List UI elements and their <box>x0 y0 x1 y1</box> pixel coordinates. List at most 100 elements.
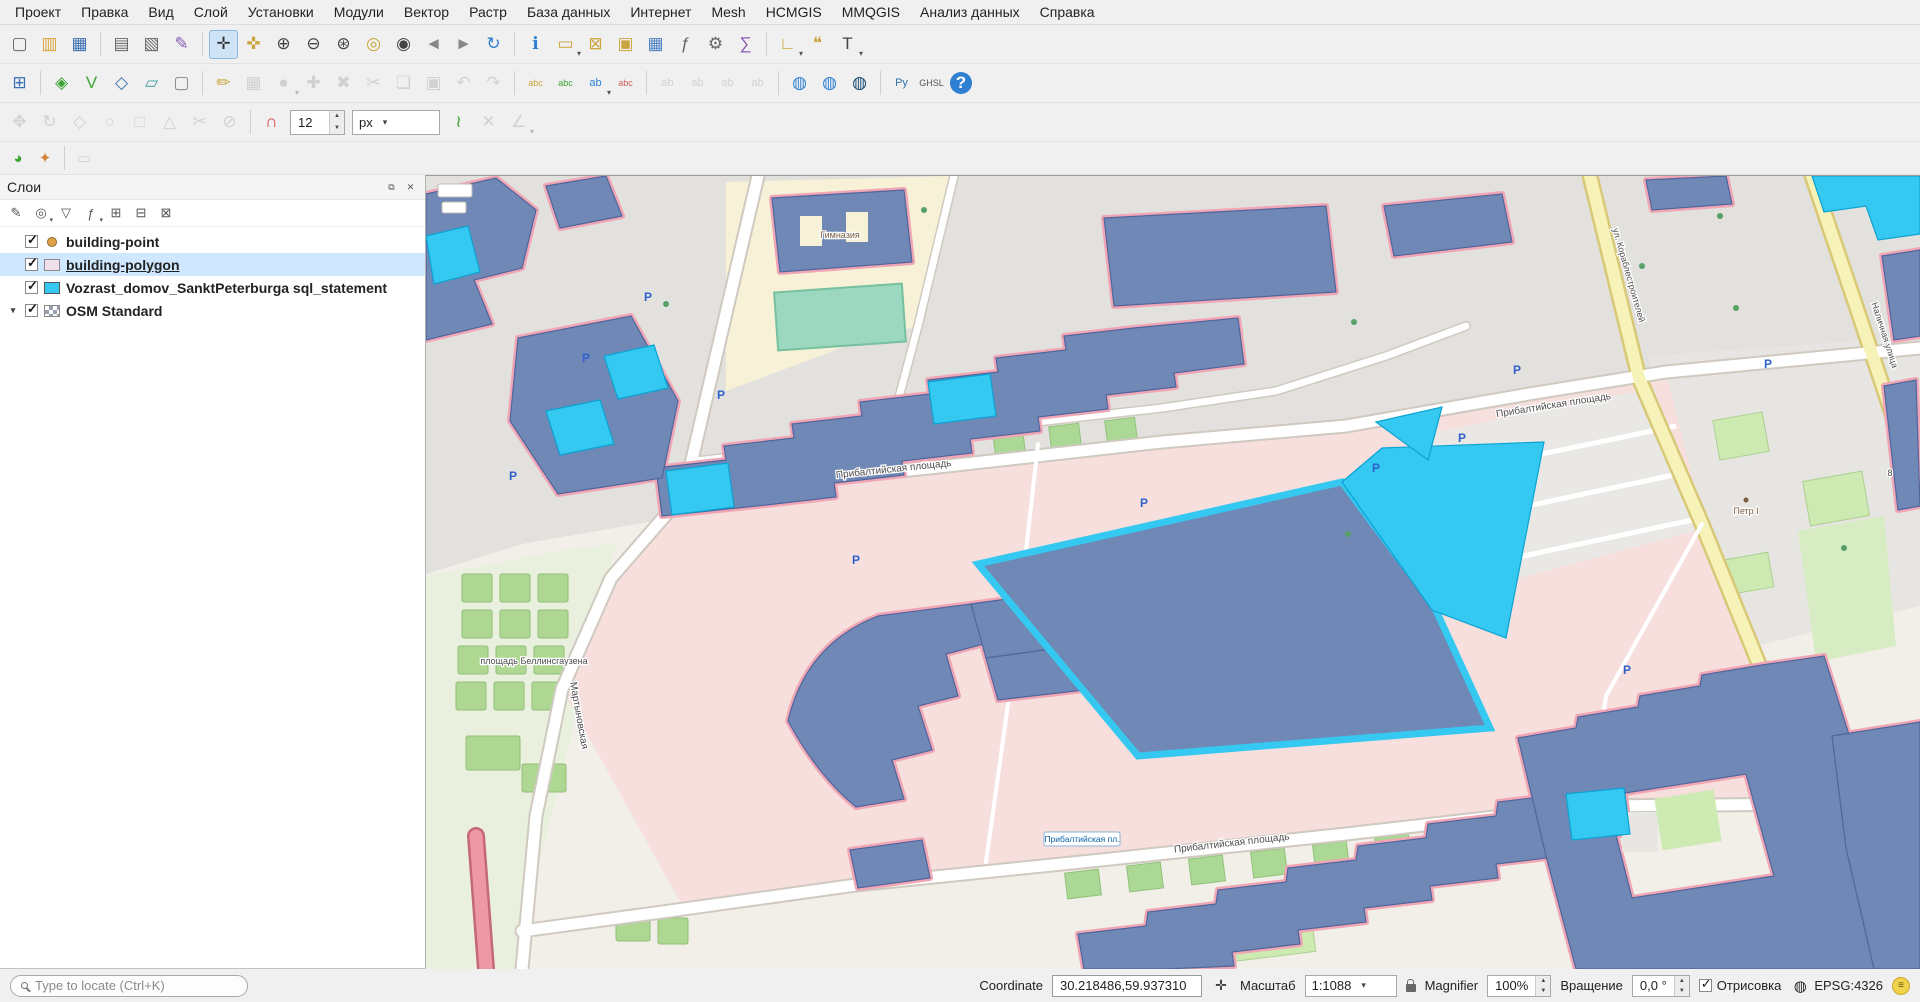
new-virtual-layer-icon[interactable]: ◇ <box>107 69 136 98</box>
zoom-out-icon[interactable]: ⊖ <box>299 30 328 59</box>
undo-icon[interactable]: ↶ <box>449 69 478 98</box>
expand-all-icon[interactable]: ⊞ <box>105 202 127 224</box>
plugin-search-icon[interactable]: ◕ <box>5 145 31 171</box>
save-edits-icon[interactable]: ▦ <box>239 69 268 98</box>
layer-diagram-icon[interactable]: abc <box>551 69 580 98</box>
zoom-next-icon[interactable]: ► <box>449 30 478 59</box>
menu-item[interactable]: Установки <box>239 2 323 22</box>
menu-item[interactable]: Модули <box>325 2 393 22</box>
remove-layer-icon[interactable]: ⊠ <box>155 202 177 224</box>
add-ring-icon[interactable]: ○ <box>95 108 124 137</box>
labeling-options-icon[interactable]: ab <box>581 69 610 98</box>
spin-up-icon[interactable] <box>1675 976 1689 986</box>
save-project-icon[interactable]: ▦ <box>65 30 94 59</box>
select-features-icon[interactable]: ▭ <box>551 30 580 59</box>
snapping-tolerance-spinbox[interactable]: 12 <box>290 110 345 135</box>
spinbox-arrows[interactable] <box>329 111 344 134</box>
spinbox-arrows[interactable] <box>1674 976 1689 996</box>
layer-labeling-icon[interactable]: abc <box>521 69 550 98</box>
simplify-feature-icon[interactable]: ◇ <box>65 108 94 137</box>
menu-item[interactable]: Вид <box>139 2 182 22</box>
zoom-full-icon[interactable]: ⊛ <box>329 30 358 59</box>
zoom-to-selection-icon[interactable]: ◎ <box>359 30 388 59</box>
help-icon[interactable]: ? <box>950 72 972 94</box>
locate-search-input[interactable]: Type to locate (Ctrl+K) <box>10 975 248 997</box>
refresh-map-icon[interactable]: ↻ <box>479 30 508 59</box>
menu-item[interactable]: Проект <box>6 2 70 22</box>
merge-features-icon[interactable]: ⊘ <box>215 108 244 137</box>
scale-combobox[interactable]: 1:1088 <box>1305 975 1397 997</box>
zoom-in-icon[interactable]: ⊕ <box>269 30 298 59</box>
cut-features-icon[interactable]: ✂ <box>359 69 388 98</box>
layer-visibility-checkbox[interactable] <box>25 258 38 271</box>
reshape-features-icon[interactable]: △ <box>155 108 184 137</box>
layer-visibility-checkbox[interactable] <box>25 281 38 294</box>
menu-item[interactable]: Справка <box>1031 2 1104 22</box>
layer-row-building-point[interactable]: building-point <box>0 230 425 253</box>
map-canvas[interactable]: Мартыновская Прибалтийская площадь Приба… <box>426 176 1920 969</box>
new-temp-layer-icon[interactable]: ▢ <box>167 69 196 98</box>
spin-up-icon[interactable] <box>330 111 344 123</box>
quickmapservices-icon[interactable]: ✦ <box>32 145 58 171</box>
copy-features-icon[interactable]: ❏ <box>389 69 418 98</box>
rotate-label-icon[interactable]: ab <box>713 69 742 98</box>
collapse-all-icon[interactable]: ⊟ <box>130 202 152 224</box>
menu-item[interactable]: Интернет <box>621 2 700 22</box>
highlight-pinned-labels-icon[interactable]: ab <box>653 69 682 98</box>
spin-down-icon[interactable] <box>1536 986 1550 996</box>
manage-map-themes-icon[interactable]: ◎ <box>30 202 52 224</box>
new-geopackage-icon[interactable]: ◈ <box>47 69 76 98</box>
messages-icon[interactable] <box>1892 977 1910 995</box>
menu-item[interactable]: MMQGIS <box>833 2 909 22</box>
options-icon[interactable]: ⚙ <box>701 30 730 59</box>
toggle-editing-icon[interactable]: ✏ <box>209 69 238 98</box>
pan-to-selection-icon[interactable]: ✜ <box>239 30 268 59</box>
identify-features-icon[interactable]: ℹ <box>521 30 550 59</box>
layout-manager-icon[interactable]: ▧ <box>137 30 166 59</box>
split-features-icon[interactable]: ✂ <box>185 108 214 137</box>
delete-selected-icon[interactable]: ✖ <box>329 69 358 98</box>
snapping-unit-combobox[interactable]: px <box>352 110 440 135</box>
panel-float-button[interactable] <box>384 180 399 195</box>
map-tips-icon[interactable]: ❝ <box>803 30 832 59</box>
menu-item[interactable]: Растр <box>460 2 516 22</box>
menu-item[interactable]: База данных <box>518 2 619 22</box>
open-layer-styling-icon[interactable]: ✎ <box>5 202 27 224</box>
rotate-feature-icon[interactable]: ↻ <box>35 108 64 137</box>
pan-map-icon[interactable]: ✛ <box>209 30 238 59</box>
move-label-icon[interactable]: ab <box>683 69 712 98</box>
redo-icon[interactable]: ↷ <box>479 69 508 98</box>
render-checkbox[interactable] <box>1699 979 1712 992</box>
menu-item[interactable]: Вектор <box>395 2 458 22</box>
magnifier-spinbox[interactable]: 100% <box>1487 975 1551 997</box>
deselect-features-icon[interactable]: ⊠ <box>581 30 610 59</box>
layer-expander-icon[interactable] <box>7 305 19 316</box>
layer-row-osm-standard[interactable]: OSM Standard <box>0 299 425 322</box>
open-project-icon[interactable]: ▥ <box>35 30 64 59</box>
scale-lock-icon[interactable] <box>1406 984 1416 992</box>
change-label-icon[interactable]: ab <box>743 69 772 98</box>
web-service-icon[interactable]: ◍ <box>815 69 844 98</box>
move-feature-icon[interactable]: ✥ <box>5 108 34 137</box>
python-console-icon[interactable]: Py <box>887 69 916 98</box>
new-shapefile-icon[interactable]: V <box>77 69 106 98</box>
data-source-manager-icon[interactable]: ⊞ <box>5 69 34 98</box>
filter-expression-icon[interactable]: ƒ <box>80 202 102 224</box>
add-part-icon[interactable]: □ <box>125 108 154 137</box>
menu-item[interactable]: Слой <box>185 2 237 22</box>
menu-item[interactable]: Mesh <box>702 2 754 22</box>
paste-features-icon[interactable]: ▣ <box>419 69 448 98</box>
layer-visibility-checkbox[interactable] <box>25 235 38 248</box>
new-print-layout-icon[interactable]: ▤ <box>107 30 136 59</box>
globe-dark-icon[interactable]: ◍ <box>845 69 874 98</box>
panel-close-button[interactable] <box>403 180 418 195</box>
metasearch-icon[interactable]: ◍ <box>785 69 814 98</box>
menu-item[interactable]: Правка <box>72 2 137 22</box>
spinbox-arrows[interactable] <box>1535 976 1550 996</box>
enable-snapping-icon[interactable]: ∩ <box>257 108 286 137</box>
avoid-intersections-icon[interactable]: ✕ <box>474 108 503 137</box>
style-manager-icon[interactable]: ✎ <box>167 30 196 59</box>
digitize-icon[interactable]: ● <box>269 69 298 98</box>
layer-row-building-polygon[interactable]: building-polygon <box>0 253 425 276</box>
attribute-table-icon[interactable]: ▦ <box>641 30 670 59</box>
